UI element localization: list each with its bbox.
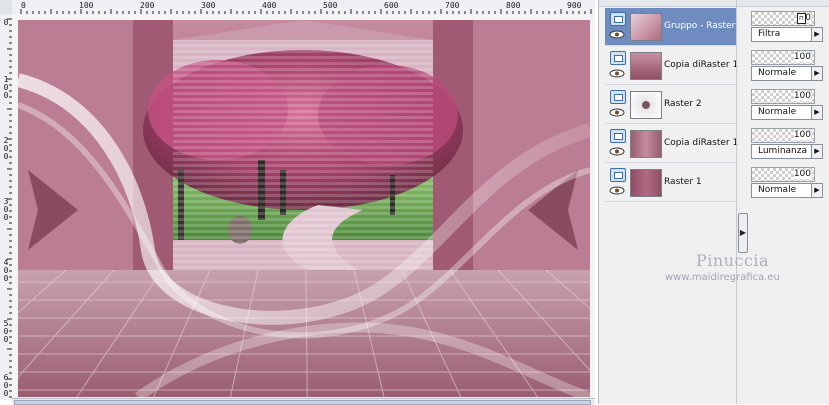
ruler-label: 800 — [506, 1, 521, 10]
layer-name: Raster 2 — [664, 99, 702, 109]
ruler-label: 4 0 0 — [3, 258, 9, 283]
layer-row[interactable]: Raster 1 — [605, 164, 736, 202]
ruler-label: 400 — [262, 1, 277, 10]
layer-properties-row: 100 Normale ▶ — [749, 47, 829, 84]
opacity-slider[interactable]: 100 — [751, 167, 815, 182]
eye-icon[interactable] — [609, 186, 625, 195]
ruler-label: 700 — [445, 1, 460, 10]
raster-layer-icon — [610, 129, 626, 143]
ruler-label: 6 0 0 — [3, 373, 9, 398]
ruler-label: 200 — [140, 1, 155, 10]
chevron-right-icon[interactable]: ▶ — [811, 28, 822, 41]
ruler-label: 300 — [201, 1, 216, 10]
layer-thumbnail — [630, 52, 662, 80]
blend-mode-select[interactable]: Normale ▶ — [751, 105, 823, 120]
layer-icons — [608, 12, 628, 42]
blend-mode-value: Normale — [758, 107, 797, 117]
layer-name: Copia diRaster 1 — [664, 138, 738, 148]
eye-icon[interactable] — [609, 108, 625, 117]
layer-properties-row: 70 ⊓ Filtra ▶ — [749, 8, 829, 45]
opacity-value[interactable]: 100 — [793, 91, 811, 101]
layer-thumbnail — [630, 130, 662, 158]
layer-thumbnail — [630, 169, 662, 197]
image-canvas[interactable] — [12, 14, 595, 400]
blend-mode-value: Normale — [758, 68, 797, 78]
blend-mode-value: Luminanza — [758, 146, 807, 156]
eye-icon[interactable] — [609, 69, 625, 78]
layer-row[interactable]: Copia diRaster 1 — [605, 47, 738, 85]
eye-icon[interactable] — [609, 147, 625, 156]
ruler-label: 3 0 0 — [3, 197, 9, 222]
opacity-value[interactable]: 100 — [793, 169, 811, 179]
ruler-label: 900 — [567, 1, 582, 10]
layer-properties-row: 100 Luminanza ▶ — [749, 125, 829, 162]
scrollbar-thumb[interactable] — [14, 400, 591, 405]
layer-name: Gruppo - Raster 3 — [664, 21, 738, 31]
layer-icons — [608, 51, 628, 81]
ruler-label: 5 0 0 — [3, 319, 9, 344]
opacity-slider[interactable]: 100 — [751, 128, 815, 143]
ruler-label: 0 — [21, 1, 26, 10]
ruler-label: 0 — [3, 18, 9, 27]
layer-properties-row: 100 Normale ▶ — [749, 86, 829, 123]
opacity-value[interactable]: 100 — [793, 130, 811, 140]
ruler-label: 100 — [79, 1, 94, 10]
blend-mode-select[interactable]: Normale ▶ — [751, 66, 823, 81]
layer-row[interactable]: Gruppo - Raster 3 — [605, 8, 738, 46]
raster-layer-icon — [610, 12, 626, 26]
ruler-label: 2 0 0 — [3, 136, 9, 161]
opacity-slider[interactable]: 100 — [751, 89, 815, 104]
horizontal-ruler: 0 100 200 300 400 500 600 700 800 900 — [12, 0, 595, 15]
layer-name: Copia diRaster 1 — [664, 60, 738, 70]
watermark-name: Pinuccia — [696, 251, 770, 270]
lock-icon[interactable]: ⊓ — [797, 13, 806, 24]
layer-properties: 70 ⊓ Filtra ▶ 100 Normale ▶ 100 Normale — [749, 6, 829, 206]
ruler-label: 600 — [384, 1, 399, 10]
blend-mode-value: Filtra — [758, 29, 781, 39]
chevron-right-icon[interactable]: ▶ — [811, 67, 822, 80]
watermark-url: www.maidiregrafica.eu — [665, 272, 780, 283]
layer-thumbnail — [630, 91, 662, 119]
opacity-value[interactable]: 100 — [793, 52, 811, 62]
ruler-label: 500 — [323, 1, 338, 10]
ruler-label: 1 0 0 — [3, 75, 9, 100]
chevron-right-icon[interactable]: ▶ — [811, 106, 822, 119]
layers-panel: Gruppo - Raster 3 Copia diRaster 1 Raste… — [598, 0, 829, 404]
layer-thumbnail — [630, 13, 662, 41]
layer-icons — [608, 90, 628, 120]
layer-properties-row: 100 Normale ▶ — [749, 164, 829, 201]
layer-row[interactable]: Raster 2 — [605, 86, 736, 124]
raster-layer-icon — [610, 51, 626, 65]
blend-mode-select[interactable]: Filtra ▶ — [751, 27, 823, 42]
layer-icons — [608, 129, 628, 159]
blend-mode-select[interactable]: Luminanza ▶ — [751, 144, 823, 159]
chevron-right-icon: ▶ — [739, 228, 747, 237]
layer-row[interactable]: Copia diRaster 1 — [605, 125, 738, 163]
raster-layer-icon — [610, 168, 626, 182]
layer-icons — [608, 168, 628, 198]
chevron-right-icon[interactable]: ▶ — [811, 184, 822, 197]
raster-layer-icon — [610, 90, 626, 104]
eye-icon[interactable] — [609, 30, 625, 39]
blend-mode-select[interactable]: Normale ▶ — [751, 183, 823, 198]
chevron-right-icon[interactable]: ▶ — [811, 145, 822, 158]
opacity-slider[interactable]: 100 — [751, 50, 815, 65]
panel-divider[interactable] — [736, 0, 737, 404]
collapse-toggle-button[interactable]: ▶ — [738, 213, 748, 253]
artwork-preview[interactable] — [18, 20, 590, 397]
blend-mode-value: Normale — [758, 185, 797, 195]
layers-list: Gruppo - Raster 3 Copia diRaster 1 Raste… — [605, 8, 738, 208]
layer-name: Raster 1 — [664, 177, 702, 187]
